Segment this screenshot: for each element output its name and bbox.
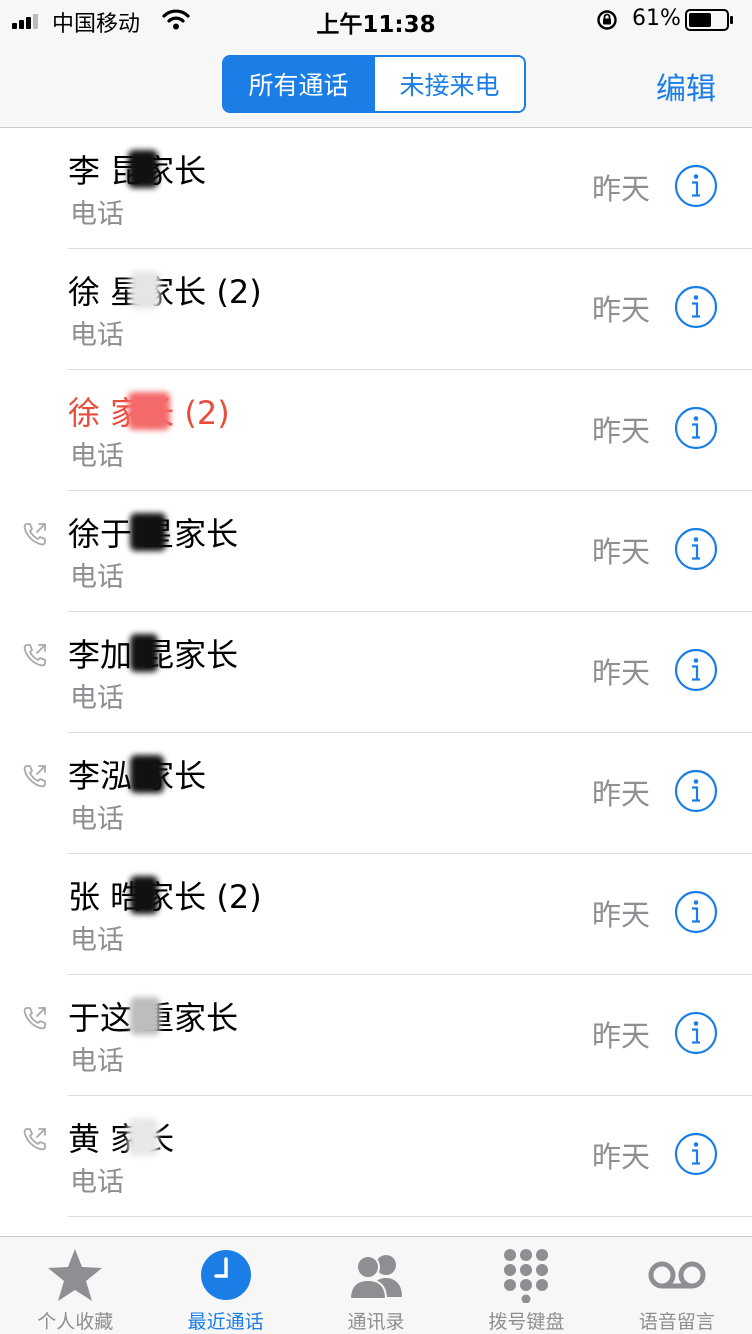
call-row[interactable]: 于这 重家长 电话 昨天: [0, 975, 752, 1096]
call-type-label: 电话: [70, 1167, 124, 1198]
clock-icon: [200, 1250, 251, 1300]
call-row[interactable]: 李 昆家长 电话 昨天: [0, 128, 752, 249]
star-icon: [48, 1249, 103, 1301]
outgoing-call-icon: [23, 523, 46, 546]
info-icon[interactable]: [674, 769, 718, 813]
tab-favorites[interactable]: 个人收藏: [0, 1237, 150, 1334]
segment-all-calls[interactable]: 所有通话: [224, 57, 373, 111]
call-type-label: 电话: [70, 804, 124, 835]
caller-name: 徐 星家长 (2): [68, 273, 262, 311]
call-type-label: 电话: [70, 441, 124, 472]
tab-label: 拨号键盘: [488, 1311, 565, 1333]
call-row[interactable]: 徐 星家长 (2) 电话 昨天: [0, 249, 752, 370]
keypad-icon: [504, 1249, 549, 1303]
caller-name: 张 晧家长 (2): [68, 878, 262, 916]
outgoing-call-icon: [23, 644, 46, 667]
redaction-mark: [130, 876, 158, 914]
caller-name: 黄 家长: [68, 1120, 175, 1158]
tab-label: 语音留言: [638, 1311, 715, 1333]
voicemail-icon: [648, 1261, 706, 1289]
call-type-label: 电话: [70, 320, 124, 351]
info-icon[interactable]: [674, 406, 718, 450]
info-icon[interactable]: [674, 1011, 718, 1055]
redaction-mark: [130, 997, 160, 1035]
call-type-label: 电话: [70, 1046, 124, 1077]
redaction-mark: [128, 1118, 158, 1156]
call-type-label: 电话: [70, 562, 124, 593]
tab-label: 通讯录: [347, 1311, 405, 1333]
redaction-mark: [130, 513, 166, 551]
call-date: 昨天: [592, 898, 651, 932]
rotation-lock-icon: [597, 10, 617, 30]
tab-label: 个人收藏: [37, 1311, 114, 1333]
call-row[interactable]: 徐 家长 (2)电话昨天: [0, 370, 752, 491]
call-row[interactable]: 黄 家长电话 昨天: [0, 1096, 752, 1217]
tab-contacts[interactable]: 通讯录: [301, 1237, 451, 1334]
tab-label: 最近通话: [187, 1311, 264, 1333]
battery-icon: [685, 9, 733, 31]
call-type-label: 电话: [70, 683, 124, 714]
redaction-mark: [130, 755, 164, 793]
redaction-mark: [128, 150, 158, 188]
tab-voicemail[interactable]: 语音留言: [602, 1237, 752, 1334]
tab-keypad[interactable]: 拨号键盘: [451, 1237, 601, 1334]
status-bar: 中国移动 上午11:38 61%: [0, 0, 752, 40]
call-type-label: 电话: [70, 199, 124, 230]
edit-button[interactable]: 编辑: [656, 64, 716, 108]
nav-bar: 所有通话 未接来电 编辑: [0, 40, 752, 128]
call-date: 昨天: [592, 172, 651, 206]
tab-bar: 个人收藏 最近通话 通讯录 拨号键盘 语音留言: [0, 1236, 752, 1334]
call-date: 昨天: [592, 1019, 651, 1053]
call-date: 昨天: [592, 414, 651, 448]
info-icon[interactable]: [674, 164, 718, 208]
call-date: 昨天: [592, 1140, 651, 1174]
call-row[interactable]: 李加 昆家长 电话 昨天: [0, 612, 752, 733]
call-date: 昨天: [592, 656, 651, 690]
info-icon[interactable]: [674, 890, 718, 934]
call-date: 昨天: [592, 535, 651, 569]
contacts-icon: [349, 1255, 403, 1300]
outgoing-call-icon: [23, 1128, 46, 1151]
recent-calls-list: 李 昆家长电话昨天徐 星家长 (2)电话昨天徐 家长 (2)电话昨天徐于 星家长…: [0, 128, 752, 1217]
redaction-mark: [130, 271, 160, 309]
call-type-label: 电话: [70, 925, 124, 956]
outgoing-call-icon: [23, 765, 46, 788]
info-icon[interactable]: [674, 648, 718, 692]
call-filter-segmented-control: 所有通话 未接来电: [222, 55, 526, 113]
redaction-mark: [128, 392, 170, 430]
tab-recents[interactable]: 最近通话: [150, 1237, 300, 1334]
info-icon[interactable]: [674, 285, 718, 329]
call-date: 昨天: [592, 777, 651, 811]
call-row[interactable]: 李泓 家长 电话 昨天: [0, 733, 752, 854]
segment-missed-calls[interactable]: 未接来电: [373, 57, 524, 111]
info-icon[interactable]: [674, 527, 718, 571]
call-row[interactable]: 张 晧家长 (2) 电话 昨天: [0, 854, 752, 975]
outgoing-call-icon: [23, 1007, 46, 1030]
call-row[interactable]: 徐于 星家长 电话 昨天: [0, 491, 752, 612]
call-date: 昨天: [592, 293, 651, 327]
redaction-mark: [130, 634, 158, 672]
battery-percent: 61%: [632, 6, 681, 31]
info-icon[interactable]: [674, 1132, 718, 1176]
